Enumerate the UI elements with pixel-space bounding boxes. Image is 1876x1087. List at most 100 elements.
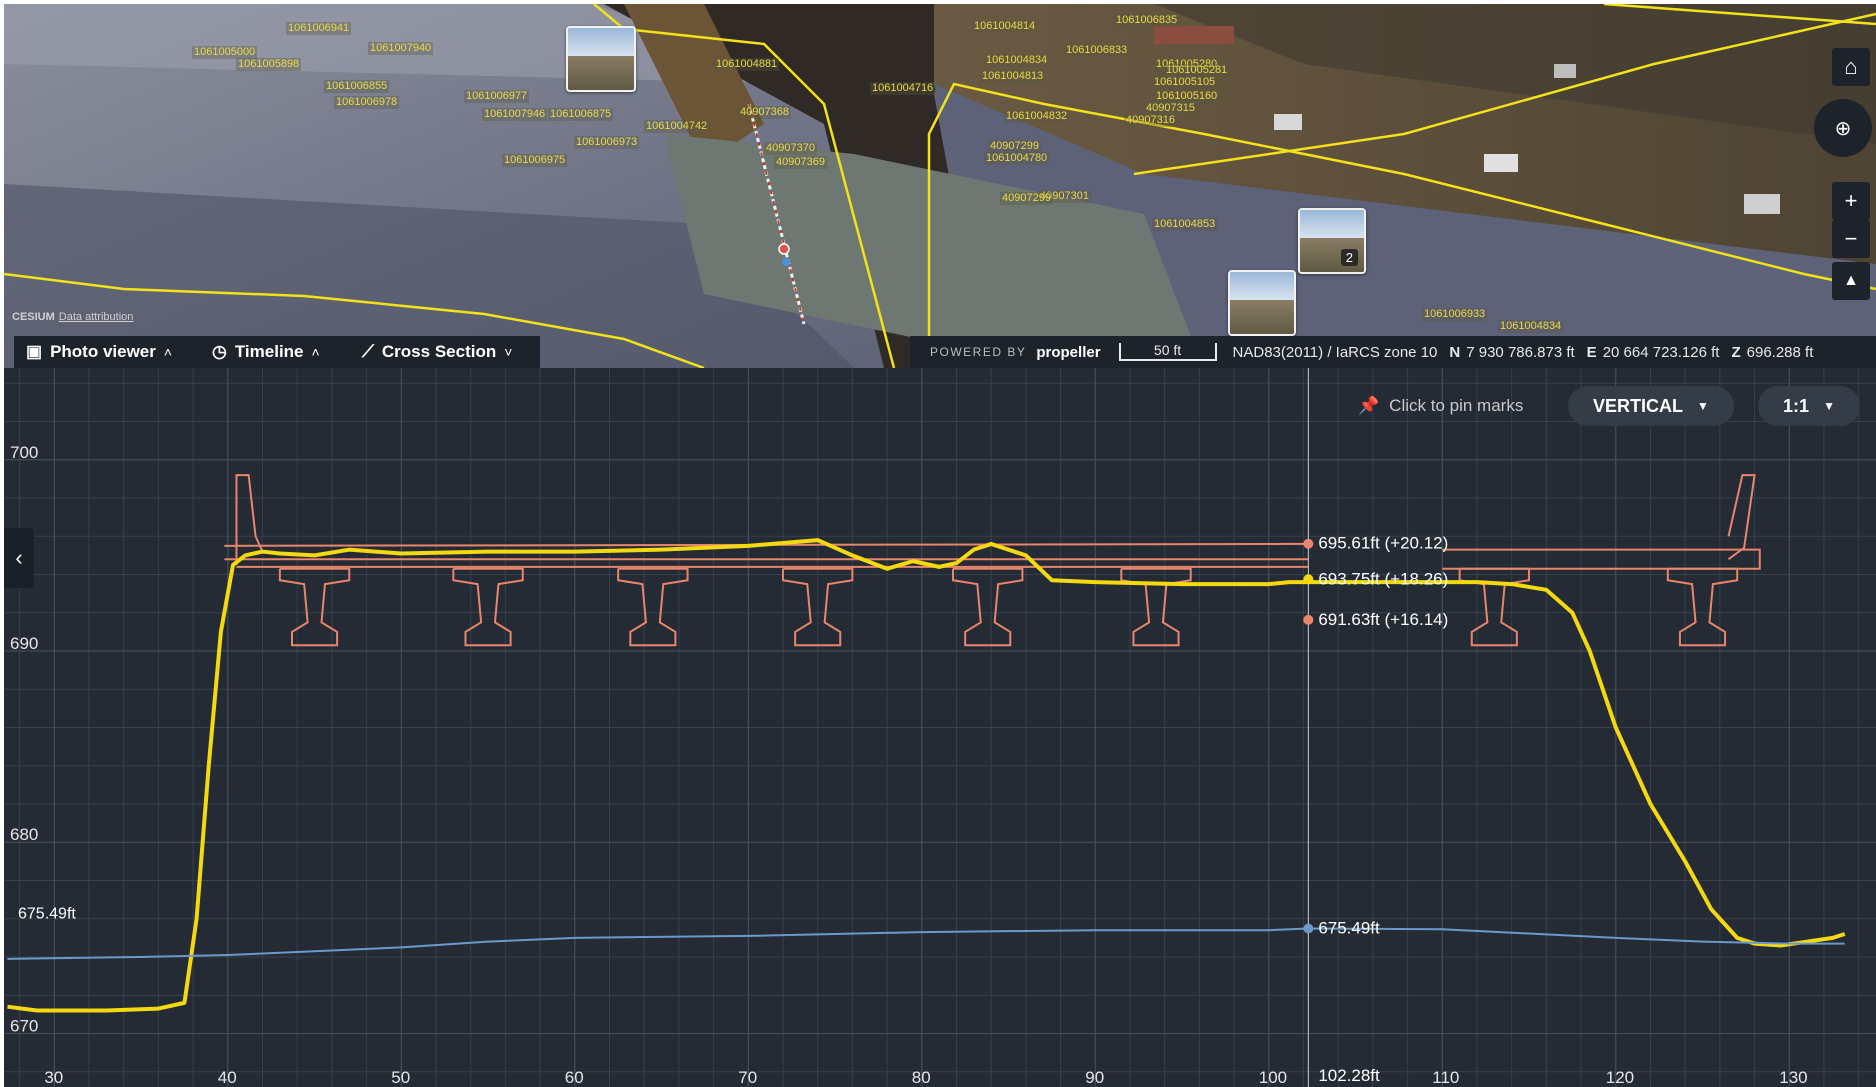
x-tick-label: 100 [1259, 1068, 1287, 1087]
feature-label[interactable]: 1061007946 [482, 108, 548, 121]
feature-label[interactable]: 1061005160 [1154, 90, 1220, 103]
feature-label[interactable]: 1061004834 [984, 54, 1050, 67]
marker-label: 691.63ft (+16.14) [1318, 610, 1448, 629]
elevation-value: 696.288 ft [1746, 343, 1814, 361]
image-icon: ▣ [26, 342, 43, 361]
feature-label[interactable]: 1061004780 [984, 152, 1050, 165]
feature-label[interactable]: 1061005105 [1152, 76, 1218, 89]
collapse-sidebar-button[interactable]: ‹ [4, 528, 34, 588]
cross-section-panel[interactable]: 102.28ft 675.49ft 695.61ft (+20.12) 693.75… [4, 368, 1876, 1087]
cesium-credit: CESIUM Data attribution [12, 311, 133, 323]
girder-shape [278, 567, 351, 647]
marker-dot [1303, 574, 1314, 585]
tab-cross-section[interactable]: ⟋ Cross Section ˅ [350, 336, 540, 368]
feature-label[interactable]: 40907370 [764, 142, 817, 155]
data-attribution-link[interactable]: Data attribution [59, 311, 134, 323]
chart-grid [4, 368, 1876, 1087]
x-tick-label: 60 [565, 1068, 584, 1087]
plus-icon: + [1844, 188, 1858, 213]
chart-axes: 30 40 50 60 70 80 90 100 110 120 130 670 680 690 700 [10, 443, 1808, 1087]
scale-ratio-dropdown[interactable]: 1:1 ▼ [1758, 386, 1860, 426]
map-view[interactable]: 1061006941 1061005000 1061005898 1061007… [4, 4, 1876, 368]
scale-bar: 50 ft [1118, 343, 1217, 361]
feature-label[interactable]: 1061007940 [368, 42, 434, 55]
photo-thumbnail[interactable] [1228, 270, 1296, 336]
girder-shape [452, 567, 524, 647]
chart-series [7, 538, 1846, 1013]
x-tick-label: 40 [218, 1068, 237, 1087]
easting-label: E [1586, 343, 1597, 361]
feature-label[interactable]: 40907369 [774, 156, 827, 169]
girder-shape [1666, 567, 1739, 647]
photo-cluster-thumbnail[interactable]: 2 [1298, 208, 1366, 274]
mountain-icon: ▲ [1843, 272, 1859, 289]
coordinate-system[interactable]: NAD83(2011) / IaRCS zone 10 [1233, 344, 1438, 361]
girder-shape [952, 567, 1024, 647]
globe-icon: ⊕ [1834, 117, 1852, 140]
photo-thumbnail[interactable] [566, 26, 636, 92]
feature-label[interactable]: 1061004742 [644, 120, 710, 133]
feature-label[interactable]: 1061005898 [236, 58, 302, 71]
feature-label[interactable]: 1061004853 [1152, 218, 1218, 231]
scale-ratio-value: 1:1 [1783, 395, 1810, 416]
feature-label[interactable]: 1061006933 [1422, 308, 1488, 321]
x-tick-label: 120 [1606, 1068, 1634, 1087]
cross-section-chart[interactable]: 102.28ft 675.49ft 695.61ft (+20.12) 693.75… [4, 368, 1876, 1087]
map-status-bar: POWERED BY propeller 50 ft NAD83(2011) /… [910, 336, 1876, 368]
profile-line [7, 927, 1845, 960]
feature-label[interactable]: 1061006978 [334, 96, 400, 109]
timeline-label: Timeline [234, 342, 304, 361]
barrier-right [1727, 474, 1756, 561]
cesium-logo: CESIUM [12, 311, 55, 323]
feature-label[interactable]: 1061006835 [1114, 14, 1180, 27]
feature-label[interactable]: 1061006973 [574, 136, 640, 149]
marker-label: 675.49ft [1318, 918, 1380, 937]
feature-label[interactable]: 1061006977 [464, 90, 530, 103]
feature-label[interactable]: 1061004813 [980, 70, 1046, 83]
terrain-button[interactable]: ▲ [1832, 262, 1870, 300]
x-tick-label: 30 [44, 1068, 63, 1087]
feature-label[interactable]: 1061006875 [548, 108, 614, 121]
app-window: 1061006941 1061005000 1061005898 1061007… [4, 4, 1876, 1087]
feature-label[interactable]: 1061005281 [1164, 64, 1230, 77]
tab-timeline[interactable]: ◷ Timeline ˄ [200, 336, 350, 368]
feature-label[interactable]: 40907368 [738, 106, 791, 119]
minus-icon: − [1844, 226, 1858, 251]
cursor-x-label: 102.28ft [1318, 1066, 1380, 1085]
axis-mode-dropdown[interactable]: VERTICAL ▼ [1568, 386, 1734, 426]
zoom-in-button[interactable]: + [1832, 182, 1870, 220]
chevron-up-icon: ˄ [311, 344, 320, 360]
girder-shape [1120, 567, 1192, 647]
feature-label[interactable]: 1061006975 [502, 154, 568, 167]
feature-label[interactable]: 1061006833 [1064, 44, 1130, 57]
feature-label[interactable]: 40907316 [1124, 114, 1177, 127]
elevation-label: Z [1731, 343, 1741, 361]
pin-marks-label: Click to pin marks [1389, 396, 1524, 415]
cross-section-label: Cross Section [381, 342, 497, 361]
x-tick-label: 70 [738, 1068, 757, 1087]
feature-label[interactable]: 1061006941 [286, 22, 352, 35]
northing-label: N [1449, 343, 1461, 361]
feature-label[interactable]: 1061004814 [972, 20, 1038, 33]
feature-label[interactable]: 1061004834 [1498, 320, 1564, 333]
feature-label[interactable]: 1061004832 [1004, 110, 1070, 123]
deck-right-line [1442, 548, 1761, 570]
tab-photo-viewer[interactable]: ▣ Photo viewer ˄ [14, 336, 216, 368]
zoom-out-button[interactable]: − [1832, 220, 1870, 258]
feature-label[interactable]: 1061006855 [324, 80, 390, 93]
girder-shape [617, 567, 689, 647]
easting-value: 20 664 723.126 ft [1602, 343, 1720, 361]
clock-icon: ◷ [212, 342, 227, 361]
powered-by-label: POWERED BY [930, 345, 1027, 359]
feature-label[interactable]: 40907299 [1000, 192, 1053, 205]
feature-label[interactable]: 1061004716 [870, 82, 936, 95]
chart-markers: 695.61ft (+20.12) 693.75ft (+18.26) 691.63… [1303, 534, 1448, 937]
pin-marks-button[interactable]: 📌 Click to pin marks [1358, 396, 1523, 416]
home-button[interactable]: ⌂ [1832, 48, 1870, 86]
compass-navigation[interactable]: ⊕ [1814, 99, 1872, 157]
marker-dot [1303, 614, 1314, 625]
feature-label[interactable]: 1061004881 [714, 58, 780, 71]
profile-line [7, 538, 1846, 1013]
x-tick-label: 90 [1085, 1068, 1104, 1087]
chevron-down-icon: ˅ [504, 344, 513, 360]
